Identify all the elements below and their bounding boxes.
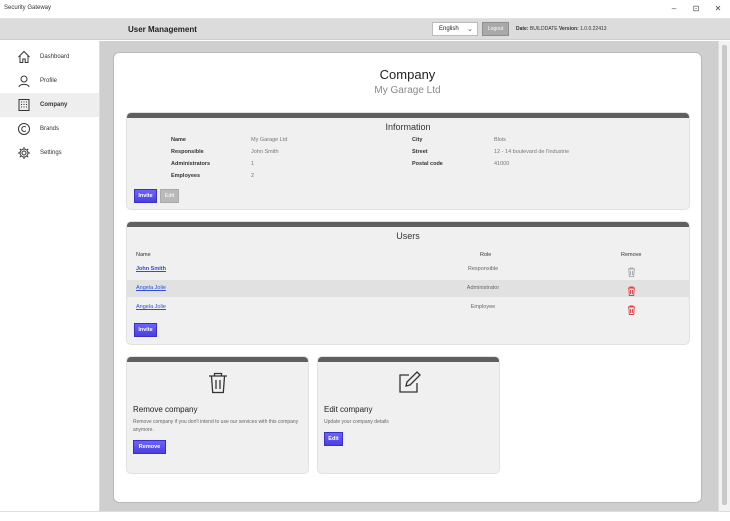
remove-company-card: Remove company Remove company if you don… — [126, 356, 309, 474]
company-panel: Company My Garage Ltd Information Name M… — [113, 52, 702, 503]
header-title: User Management — [128, 25, 197, 34]
column-header-name: Name — [136, 252, 151, 258]
language-value: English — [439, 26, 459, 32]
column-header-role: Role — [480, 252, 492, 258]
sidebar-item-dashboard[interactable]: Dashboard — [0, 45, 99, 69]
sidebar-item-label: Settings — [40, 150, 62, 156]
users-title: Users — [396, 231, 420, 241]
app-header: User Management English ⌄ Logout Date: B… — [0, 19, 730, 40]
edit-company-button[interactable]: Edit — [324, 432, 343, 446]
administrators-label: Administrators — [171, 161, 211, 167]
bottom-bar — [0, 511, 730, 521]
postal-code-value: 41000 — [494, 161, 510, 167]
sidebar-item-label: Profile — [40, 78, 58, 84]
table-row: Angela Jolie Administrator — [127, 280, 689, 297]
language-select[interactable]: English ⌄ — [432, 22, 478, 36]
logout-button[interactable]: Logout — [482, 22, 509, 36]
trash-icon[interactable] — [627, 302, 636, 320]
copyright-icon — [16, 121, 32, 137]
remove-company-title: Remove company — [133, 405, 198, 414]
window-controls: – ⊡ ✕ — [668, 3, 724, 15]
users-card: Users Name Role Remove John Smith Respon… — [126, 221, 690, 345]
administrators-value: 1 — [251, 161, 255, 167]
company-name-subtitle: My Garage Ltd — [374, 85, 441, 96]
close-icon[interactable]: ✕ — [712, 3, 724, 15]
employees-value: 2 — [251, 173, 255, 179]
information-card: Information Name My Garage Ltd Responsib… — [126, 112, 690, 210]
sidebar-item-label: Company — [40, 102, 68, 108]
building-icon — [16, 97, 32, 113]
edit-company-title: Edit company — [324, 405, 373, 414]
invite-button[interactable]: Invite — [134, 189, 157, 203]
street-value: 12 - 14 boulevard de l'industrie — [494, 149, 570, 155]
user-role: Employee — [470, 304, 496, 310]
street-label: Street — [412, 149, 428, 155]
remove-company-button[interactable]: Remove — [133, 440, 166, 454]
edit-icon — [318, 371, 499, 395]
card-header-bar — [127, 113, 689, 118]
chevron-down-icon: ⌄ — [467, 26, 473, 33]
column-header-remove: Remove — [621, 252, 642, 258]
date-label: Date: — [516, 26, 529, 32]
sidebar-item-profile[interactable]: Profile — [0, 69, 99, 93]
remove-company-description: Remove company if you don't intend to us… — [133, 419, 299, 433]
person-icon — [16, 73, 32, 89]
trash-icon — [127, 371, 308, 395]
city-value: Blois — [494, 137, 506, 143]
minimize-icon[interactable]: – — [668, 3, 680, 15]
name-value: My Garage Ltd — [251, 137, 288, 143]
postal-code-label: Postal code — [412, 161, 443, 167]
vertical-scrollbar[interactable] — [718, 41, 730, 511]
card-header-bar — [127, 357, 308, 362]
sidebar-item-label: Dashboard — [40, 54, 70, 60]
card-header-bar — [318, 357, 499, 362]
responsible-value: John Smith — [251, 149, 279, 155]
table-row: John Smith Responsible — [127, 261, 689, 278]
page-title: Company — [379, 67, 436, 82]
version-label: Version: — [559, 26, 579, 32]
invite-user-button[interactable]: Invite — [134, 323, 157, 337]
user-role: Responsible — [467, 266, 499, 272]
city-label: City — [412, 137, 423, 143]
edit-company-card: Edit company Update your company details… — [317, 356, 500, 474]
home-icon — [16, 49, 32, 65]
employees-label: Employees — [171, 173, 201, 179]
user-role: Administrator — [466, 285, 500, 291]
scrollbar-thumb[interactable] — [722, 45, 727, 505]
build-info: Date: BUILDDATE Version: 1.0.0.22413 — [516, 26, 607, 32]
sidebar: Dashboard Profile Company Brands Setting… — [0, 41, 100, 521]
table-row: Angela Jolie Employee — [127, 299, 689, 316]
name-label: Name — [171, 137, 186, 143]
window-titlebar: Security Gateway – ⊡ ✕ — [0, 0, 730, 19]
version-value: 1.0.0.22413 — [580, 26, 607, 32]
maximize-icon[interactable]: ⊡ — [690, 3, 702, 15]
information-title: Information — [385, 122, 431, 132]
main-area: Company My Garage Ltd Information Name M… — [100, 41, 718, 511]
edit-company-description: Update your company details — [324, 419, 389, 425]
sidebar-item-settings[interactable]: Settings — [0, 141, 99, 165]
sidebar-item-label: Brands — [40, 126, 60, 132]
sidebar-item-company[interactable]: Company — [0, 93, 99, 117]
card-header-bar — [127, 222, 689, 227]
edit-button[interactable]: Edit — [160, 189, 179, 203]
responsible-label: Responsible — [171, 149, 204, 155]
window-title: Security Gateway — [4, 5, 52, 11]
sidebar-item-brands[interactable]: Brands — [0, 117, 99, 141]
gear-icon — [16, 145, 32, 161]
date-value: BUILDDATE — [529, 26, 558, 32]
